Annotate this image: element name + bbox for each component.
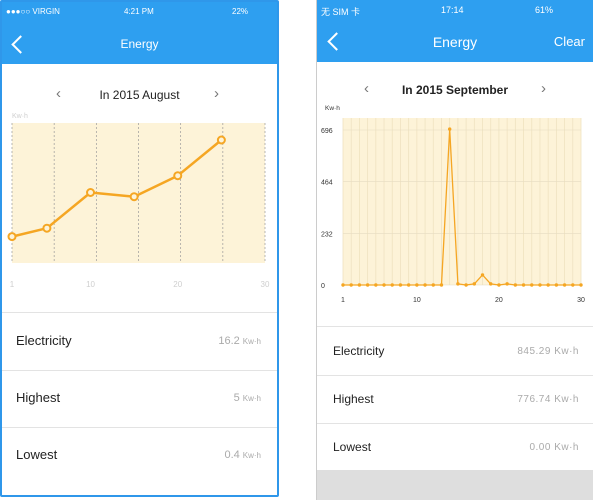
data-point [173, 171, 183, 181]
data-point [406, 283, 411, 287]
x-tick-label: 10 [86, 280, 95, 289]
data-point [216, 135, 226, 145]
left-phone-screen: ●●●○○ VIRGIN 4:21 PM 22% Energy ‹ In 201… [0, 0, 279, 497]
prev-month-chevron-icon[interactable]: ‹ [364, 80, 369, 97]
data-point [579, 283, 583, 287]
data-point [382, 283, 386, 287]
data-point [530, 283, 534, 287]
x-tick-label: 1 [10, 280, 15, 289]
left-battery: 22% [232, 7, 249, 16]
left-signal: ●●●○○ VIRGIN [6, 7, 60, 16]
right-carrier: 无 SIM 卡 [321, 7, 361, 17]
data-point [129, 192, 139, 202]
data-point [472, 282, 477, 286]
right-time: 17:14 [441, 5, 464, 15]
left-month-label: In 2015 August [99, 88, 180, 102]
right-battery: 61% [535, 5, 554, 15]
y-tick-label: 696 [321, 128, 333, 135]
right-month-label: In 2015 September [401, 83, 509, 97]
data-point [431, 283, 435, 287]
plot-background [343, 118, 581, 285]
data-point [439, 283, 444, 287]
left-energy-chart: Kw·h 1 10 20 30 [7, 113, 270, 289]
x-tick-label: 30 [577, 297, 585, 304]
data-point [86, 188, 96, 197]
y-tick-label: 232 [321, 231, 333, 238]
right-stat-row-highest: Highest 776.74 Kw·h [317, 375, 593, 424]
data-point [456, 282, 460, 286]
data-point [7, 232, 17, 242]
data-point [357, 283, 362, 287]
left-month-selector: ‹ In 2015 August › [2, 85, 277, 102]
data-point [489, 282, 493, 286]
data-point [480, 273, 485, 277]
data-point [521, 283, 526, 287]
left-time: 4:21 PM [124, 7, 154, 16]
data-point [538, 283, 542, 287]
right-stat-label: Electricity [333, 344, 385, 358]
data-point [423, 283, 427, 287]
right-stat-label: Lowest [333, 440, 372, 454]
y-axis-unit: Kw·h [325, 105, 340, 112]
left-stat-value: 16.2 Kw·h [218, 335, 261, 347]
data-point [513, 283, 518, 287]
right-navbar: Energy Clear [317, 20, 593, 62]
right-stat-label: Highest [333, 392, 374, 406]
data-point [365, 283, 370, 287]
left-header: ●●●○○ VIRGIN 4:21 PM 22% Energy [2, 2, 277, 64]
right-phone-screen: 无 SIM 卡 17:14 61% Energy Clear ‹ In 2015… [316, 0, 593, 500]
left-page-title: Energy [120, 37, 159, 51]
left-stat-value: 5 Kw·h [233, 392, 261, 404]
data-point [398, 283, 403, 287]
right-stat-row-electricity: Electricity 845.29 Kw·h [317, 327, 593, 376]
right-page-title: Energy [432, 34, 478, 50]
left-navbar: Energy [2, 22, 277, 64]
data-point [554, 283, 559, 287]
next-month-chevron-icon[interactable]: › [214, 85, 219, 102]
right-stat-value: 0.00 Kw·h [529, 442, 579, 453]
right-energy-chart: Kw·h 0 232 464 696 1 10 20 30 [321, 105, 585, 304]
data-point [374, 283, 378, 287]
data-point [349, 283, 353, 287]
left-stat-row-highest: Highest 5 Kw·h [2, 370, 277, 428]
x-tick-label: 20 [173, 280, 182, 289]
y-tick-label: 0 [321, 283, 325, 290]
data-point [464, 283, 468, 287]
x-tick-label: 30 [261, 280, 270, 289]
left-stat-label: Electricity [16, 333, 72, 348]
right-header: 无 SIM 卡 17:14 61% Energy Clear [317, 0, 593, 62]
data-point [341, 283, 345, 287]
data-point [546, 283, 550, 287]
left-stat-row-lowest: Lowest 0.4 Kw·h [2, 427, 277, 484]
x-tick-label: 1 [341, 297, 345, 304]
x-tick-label: 20 [495, 297, 503, 304]
left-stat-label: Highest [16, 390, 61, 405]
data-point [571, 283, 575, 287]
data-point [562, 283, 567, 287]
left-stat-row-electricity: Electricity 16.2 Kw·h [2, 313, 277, 371]
right-stat-value: 776.74 Kw·h [517, 394, 579, 405]
left-stat-value: 0.4 Kw·h [224, 449, 261, 461]
left-carrier: VIRGIN [32, 7, 60, 16]
data-point [42, 223, 52, 233]
right-status-bar: 无 SIM 卡 17:14 61% [317, 0, 593, 20]
next-month-chevron-icon[interactable]: › [541, 80, 546, 97]
right-stat-value: 845.29 Kw·h [517, 346, 579, 357]
y-tick-label: 464 [321, 180, 333, 187]
left-stat-label: Lowest [16, 447, 58, 462]
prev-month-chevron-icon[interactable]: ‹ [56, 85, 61, 102]
y-axis-unit: Kw·h [12, 113, 28, 120]
data-point [390, 283, 394, 287]
x-tick-label: 10 [413, 297, 421, 304]
right-stat-row-lowest: Lowest 0.00 Kw·h [317, 423, 593, 472]
clear-button[interactable]: Clear [554, 34, 585, 49]
left-status-bar: ●●●○○ VIRGIN 4:21 PM 22% [2, 2, 277, 22]
data-point [497, 283, 501, 287]
data-point [505, 282, 509, 286]
data-point [415, 283, 419, 287]
data-point [447, 127, 452, 131]
bottom-bar [317, 470, 593, 500]
right-month-selector: ‹ In 2015 September › [317, 80, 593, 97]
